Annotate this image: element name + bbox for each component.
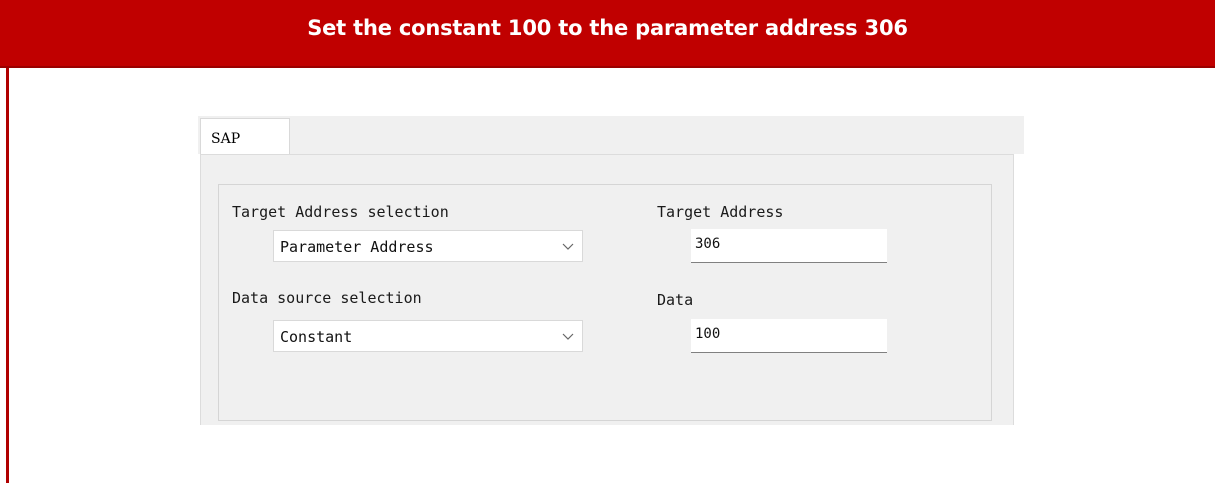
target-address-value: 306 <box>695 236 721 252</box>
left-accent-rule <box>6 68 9 483</box>
tab-page-sap: Target Address selection Parameter Addre… <box>200 154 1014 425</box>
tab-strip: SAP <box>198 116 1024 155</box>
instruction-banner: Set the constant 100 to the parameter ad… <box>0 0 1215 68</box>
chevron-down-icon <box>562 333 574 340</box>
data-source-selection-dropdown[interactable]: Constant <box>273 320 583 352</box>
target-address-input[interactable]: 306 <box>691 229 887 263</box>
target-address-selection-dropdown[interactable]: Parameter Address <box>273 230 583 262</box>
banner-title: Set the constant 100 to the parameter ad… <box>307 16 908 40</box>
data-label: Data <box>657 291 694 309</box>
target-address-label: Target Address <box>657 203 784 221</box>
data-source-selection-label: Data source selection <box>232 289 422 307</box>
tab-sap[interactable]: SAP <box>200 118 290 155</box>
target-address-selection-label: Target Address selection <box>232 203 449 221</box>
data-input[interactable]: 100 <box>691 319 887 353</box>
tab-sap-label: SAP <box>211 131 241 147</box>
data-value: 100 <box>695 326 721 342</box>
target-address-selection-value: Parameter Address <box>280 238 434 256</box>
chevron-down-icon <box>562 243 574 250</box>
data-source-selection-value: Constant <box>280 328 353 346</box>
settings-group-box: Target Address selection Parameter Addre… <box>218 184 992 421</box>
sap-dialog: SAP Target Address selection Parameter A… <box>198 116 1024 425</box>
